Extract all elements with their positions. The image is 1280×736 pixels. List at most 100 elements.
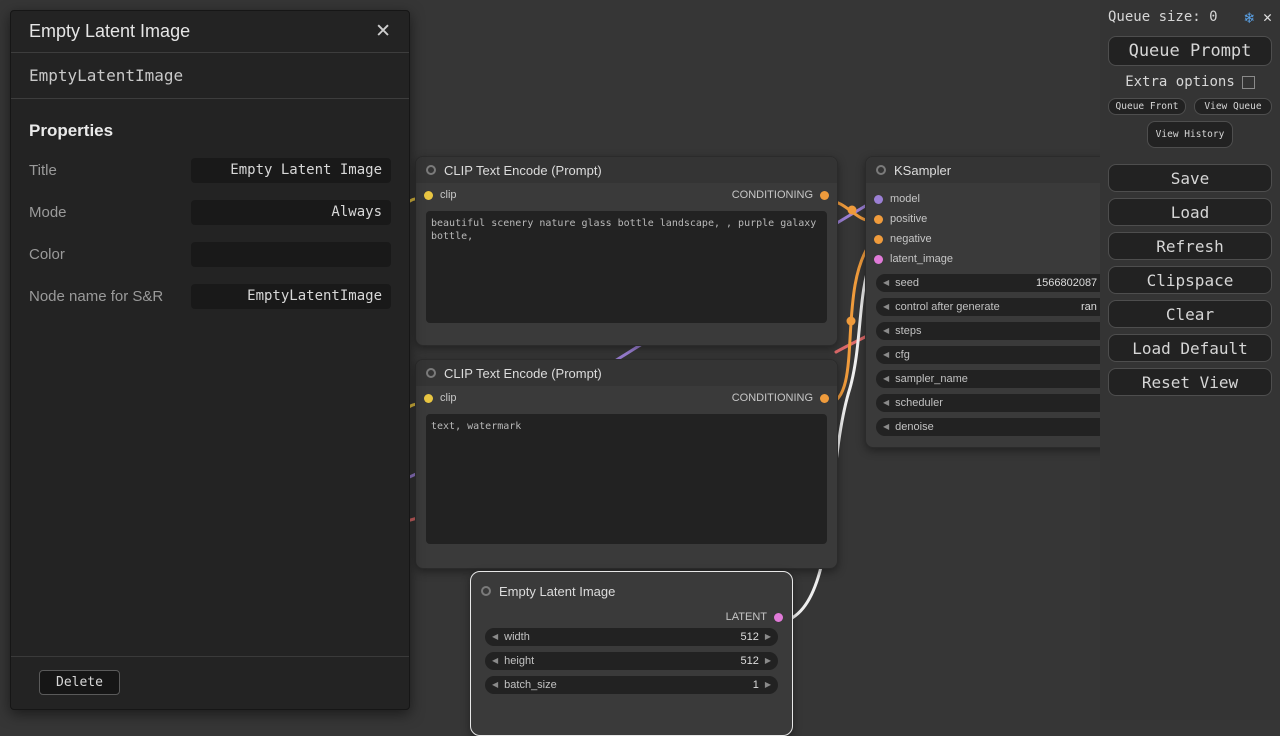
color-field[interactable] [191, 242, 391, 267]
field-row-color: Color [29, 242, 391, 267]
queue-size-label: Queue size: 0 [1108, 9, 1244, 25]
settings-snowflake-icon[interactable]: ❄ [1244, 8, 1254, 27]
close-icon[interactable]: ✕ [1263, 8, 1272, 26]
output-port-latent[interactable]: LATENT [471, 606, 792, 628]
latent-port-icon[interactable] [774, 613, 783, 622]
field-row-node-name: Node name for S&R EmptyLatentImage [29, 284, 391, 309]
input-port-label: negative [890, 233, 932, 245]
load-default-button[interactable]: Load Default [1108, 334, 1272, 362]
close-icon[interactable]: ✕ [375, 20, 391, 43]
increment-icon[interactable]: ▶ [765, 628, 771, 646]
clip-port-icon[interactable] [424, 394, 433, 403]
comfyui-menu-panel: Queue size: 0 ❄ ✕ Queue Prompt Extra opt… [1100, 0, 1280, 720]
conditioning-port-icon[interactable] [874, 235, 883, 244]
decrement-icon[interactable]: ◀ [883, 274, 889, 292]
input-port-clip[interactable]: clip [424, 392, 457, 404]
widget-label: control after generate [895, 298, 1000, 316]
batch-size-widget[interactable]: ◀ batch_size 1 ▶ [485, 676, 778, 694]
widget-label: scheduler [895, 394, 943, 412]
mode-field[interactable]: Always [191, 200, 391, 225]
view-history-button[interactable]: View History [1147, 121, 1233, 148]
node-clip-text-encode-positive[interactable]: CLIP Text Encode (Prompt) clip CONDITION… [415, 156, 838, 346]
widget-value[interactable]: 1 [753, 676, 759, 694]
node-title: Empty Latent Image [499, 584, 615, 599]
conditioning-port-icon[interactable] [874, 215, 883, 224]
widget-label: height [504, 652, 534, 670]
conditioning-port-icon[interactable] [820, 191, 829, 200]
decrement-icon[interactable]: ◀ [883, 322, 889, 340]
widget-value[interactable]: ran [1081, 298, 1097, 316]
collapse-dot-icon[interactable] [426, 165, 436, 175]
node-header[interactable]: CLIP Text Encode (Prompt) [416, 157, 837, 183]
node-clip-text-encode-negative[interactable]: CLIP Text Encode (Prompt) clip CONDITION… [415, 359, 838, 569]
delete-button[interactable]: Delete [39, 670, 120, 695]
widget-label: sampler_name [895, 370, 968, 388]
field-label: Title [29, 161, 191, 181]
input-port-clip[interactable]: clip [424, 189, 457, 201]
link-midpoint-dot [848, 206, 857, 215]
save-button[interactable]: Save [1108, 164, 1272, 192]
dialog-node-type: EmptyLatentImage [11, 53, 409, 99]
widget-label: denoise [895, 418, 934, 436]
node-header[interactable]: Empty Latent Image [471, 578, 792, 604]
widget-label: cfg [895, 346, 910, 364]
link-midpoint-dot [847, 317, 856, 326]
input-port-label: model [890, 193, 920, 205]
node-io-row: clip CONDITIONING [416, 183, 837, 207]
view-queue-button[interactable]: View Queue [1194, 98, 1272, 115]
increment-icon[interactable]: ▶ [765, 652, 771, 670]
decrement-icon[interactable]: ◀ [883, 346, 889, 364]
clear-button[interactable]: Clear [1108, 300, 1272, 328]
dialog-title: Empty Latent Image [29, 21, 190, 42]
field-row-title: Title Empty Latent Image [29, 158, 391, 183]
extra-options-label: Extra options [1125, 74, 1235, 90]
field-row-mode: Mode Always [29, 200, 391, 225]
extra-options-checkbox[interactable] [1242, 76, 1255, 89]
decrement-icon[interactable]: ◀ [883, 370, 889, 388]
widget-label: width [504, 628, 530, 646]
input-port-label: positive [890, 213, 927, 225]
collapse-dot-icon[interactable] [481, 586, 491, 596]
collapse-dot-icon[interactable] [876, 165, 886, 175]
node-title: CLIP Text Encode (Prompt) [444, 163, 602, 178]
title-field[interactable]: Empty Latent Image [191, 158, 391, 183]
prompt-text-widget[interactable]: text, watermark [426, 414, 827, 544]
decrement-icon[interactable]: ◀ [492, 628, 498, 646]
decrement-icon[interactable]: ◀ [883, 298, 889, 316]
latent-port-icon[interactable] [874, 255, 883, 264]
widget-label: batch_size [504, 676, 557, 694]
output-port-label: LATENT [726, 611, 767, 623]
menu-header: Queue size: 0 ❄ ✕ [1108, 4, 1272, 30]
output-port-conditioning[interactable]: CONDITIONING [732, 189, 829, 201]
conditioning-port-icon[interactable] [820, 394, 829, 403]
decrement-icon[interactable]: ◀ [883, 418, 889, 436]
refresh-button[interactable]: Refresh [1108, 232, 1272, 260]
reset-view-button[interactable]: Reset View [1108, 368, 1272, 396]
widget-label: seed [895, 274, 919, 292]
clip-port-icon[interactable] [424, 191, 433, 200]
node-header[interactable]: CLIP Text Encode (Prompt) [416, 360, 837, 386]
decrement-icon[interactable]: ◀ [883, 394, 889, 412]
clipspace-button[interactable]: Clipspace [1108, 266, 1272, 294]
load-button[interactable]: Load [1108, 198, 1272, 226]
model-port-icon[interactable] [874, 195, 883, 204]
output-port-conditioning[interactable]: CONDITIONING [732, 392, 829, 404]
widget-value[interactable]: 1566802087 [1036, 274, 1097, 292]
node-empty-latent-image-selected[interactable]: Empty Latent Image LATENT ◀ width 512 ▶ … [470, 571, 793, 736]
node-name-field[interactable]: EmptyLatentImage [191, 284, 391, 309]
queue-front-button[interactable]: Queue Front [1108, 98, 1186, 115]
prompt-text-widget[interactable]: beautiful scenery nature glass bottle la… [426, 211, 827, 323]
increment-icon[interactable]: ▶ [765, 676, 771, 694]
width-widget[interactable]: ◀ width 512 ▶ [485, 628, 778, 646]
decrement-icon[interactable]: ◀ [492, 676, 498, 694]
field-label: Node name for S&R [29, 287, 191, 307]
height-widget[interactable]: ◀ height 512 ▶ [485, 652, 778, 670]
collapse-dot-icon[interactable] [426, 368, 436, 378]
queue-prompt-button[interactable]: Queue Prompt [1108, 36, 1272, 66]
node-io-row: clip CONDITIONING [416, 386, 837, 410]
decrement-icon[interactable]: ◀ [492, 652, 498, 670]
input-port-label: clip [440, 392, 457, 404]
input-port-label: latent_image [890, 253, 953, 265]
widget-value[interactable]: 512 [740, 652, 758, 670]
widget-value[interactable]: 512 [740, 628, 758, 646]
